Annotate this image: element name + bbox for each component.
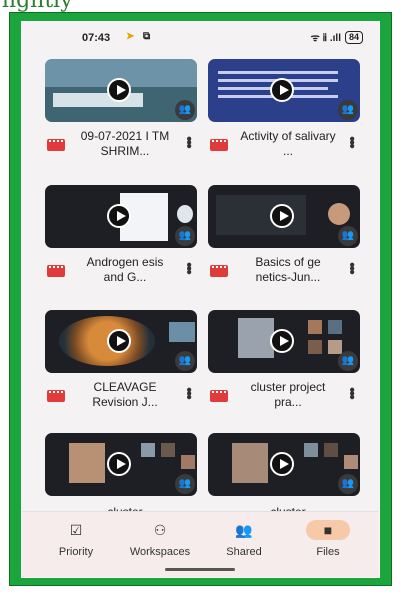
play-icon xyxy=(107,452,131,476)
file-title: 09-07-2021 I TM SHRIM... xyxy=(80,129,170,158)
video-file-icon xyxy=(47,139,65,151)
more-options-icon[interactable]: ••• xyxy=(180,136,197,147)
status-bar: 07:43 ➤ ⧉ ᯤ ⅱ .ıll 84 xyxy=(22,22,379,52)
video-thumbnail[interactable]: 👥 xyxy=(45,59,197,122)
video-thumbnail[interactable]: 👥 xyxy=(208,59,360,122)
video-thumbnail[interactable]: 👥 xyxy=(208,185,360,248)
shared-people-icon: 👥 xyxy=(235,522,253,538)
more-options-icon[interactable]: ••• xyxy=(343,387,360,398)
file-title: CLEAVAGE Revision J... xyxy=(92,380,158,409)
bottom-navigation: ☑ Priority ⚇ Workspaces 👥 Shared ■ Files xyxy=(22,511,379,577)
video-file-icon xyxy=(210,265,228,277)
shared-icon: 👥 xyxy=(338,474,358,494)
play-icon xyxy=(270,452,294,476)
play-icon xyxy=(270,329,294,353)
video-file-icon xyxy=(210,390,228,402)
home-indicator xyxy=(165,568,235,571)
nav-shared[interactable]: 👥 Shared xyxy=(208,520,280,558)
play-icon xyxy=(270,204,294,228)
shared-icon: 👥 xyxy=(338,351,358,371)
battery-icon: 84 xyxy=(344,30,363,44)
play-icon xyxy=(270,78,294,102)
file-title: cluster project pra... xyxy=(250,380,326,409)
notification-icon: ➤ xyxy=(126,31,135,42)
file-title: Basics of ge netics-Jun... xyxy=(255,255,321,284)
signal-icons: ᯤ ⅱ .ıll xyxy=(310,33,341,44)
page-top-text: lightly xyxy=(0,0,401,12)
video-thumbnail[interactable]: 👥 xyxy=(45,433,197,496)
shared-icon: 👥 xyxy=(175,100,195,120)
video-file-icon xyxy=(210,139,228,151)
file-title: Activity of salivary ... xyxy=(240,129,336,158)
file-title: Androgen esis and G... xyxy=(86,255,164,284)
video-thumbnail[interactable]: 👥 xyxy=(45,310,197,373)
more-options-icon[interactable]: ••• xyxy=(180,387,197,398)
shared-icon: 👥 xyxy=(175,474,195,494)
nav-label: Workspaces xyxy=(129,546,191,558)
more-options-icon[interactable]: ••• xyxy=(343,136,360,147)
folder-icon: ■ xyxy=(306,520,350,540)
nav-files[interactable]: ■ Files xyxy=(292,520,364,558)
nav-label: Priority xyxy=(58,546,94,558)
phone-screen: 07:43 ➤ ⧉ ᯤ ⅱ .ıll 84 👥 09-07-2021 I TM … xyxy=(22,22,379,577)
play-icon xyxy=(107,78,131,102)
check-circle-icon: ☑ xyxy=(69,522,83,538)
video-thumbnail[interactable]: 👥 xyxy=(208,433,360,496)
shared-icon: 👥 xyxy=(175,351,195,371)
video-file-icon xyxy=(47,390,65,402)
nav-label: Shared xyxy=(226,546,262,558)
play-icon xyxy=(107,329,131,353)
video-thumbnail[interactable]: 👥 xyxy=(208,310,360,373)
shared-icon: 👥 xyxy=(175,226,195,246)
nav-workspaces[interactable]: ⚇ Workspaces xyxy=(124,520,196,558)
cast-icon: ⧉ xyxy=(143,31,151,42)
play-icon xyxy=(107,204,131,228)
video-file-icon xyxy=(47,265,65,277)
more-options-icon[interactable]: ••• xyxy=(343,262,360,273)
shared-icon: 👥 xyxy=(338,226,358,246)
nav-label: Files xyxy=(316,546,340,558)
nav-priority[interactable]: ☑ Priority xyxy=(40,520,112,558)
workspaces-icon: ⚇ xyxy=(153,522,167,538)
status-time: 07:43 xyxy=(82,32,111,44)
shared-icon: 👥 xyxy=(338,100,358,120)
video-thumbnail[interactable]: 👥 xyxy=(45,185,197,248)
more-options-icon[interactable]: ••• xyxy=(180,262,197,273)
